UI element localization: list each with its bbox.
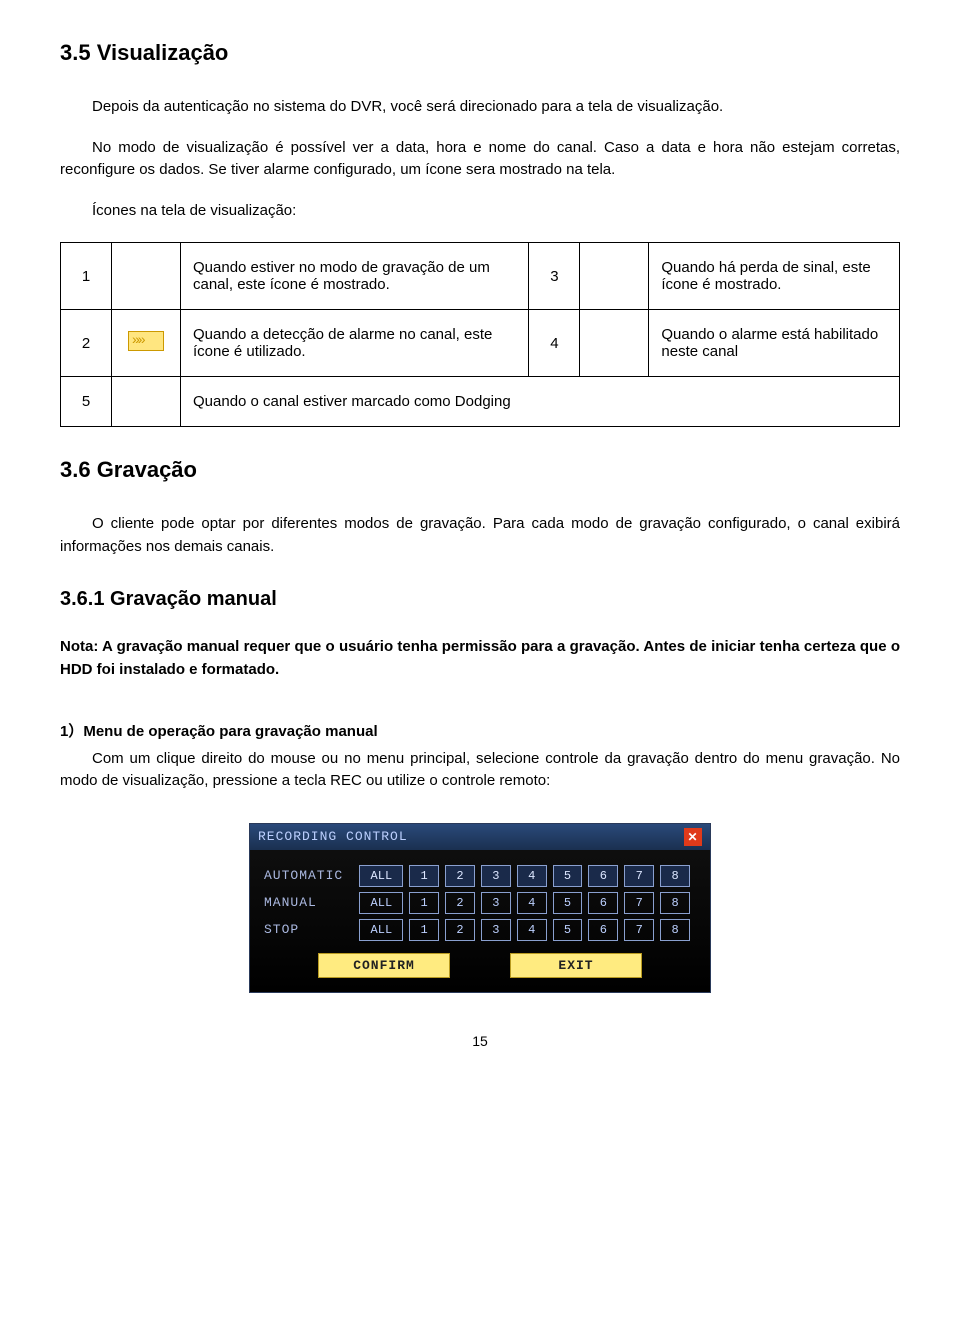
heading-3-6: 3.6 Gravação bbox=[60, 457, 900, 483]
manual-ch-5[interactable]: 5 bbox=[553, 892, 583, 914]
table-cell-icon bbox=[580, 310, 649, 377]
automatic-ch-1[interactable]: 1 bbox=[409, 865, 439, 887]
dialog-titlebar: RECORDING CONTROL ✕ bbox=[250, 824, 710, 850]
recording-control-dialog: RECORDING CONTROL ✕ AUTOMATIC ALL 1 2 3 … bbox=[249, 823, 711, 993]
row-automatic: AUTOMATIC ALL 1 2 3 4 5 6 7 8 bbox=[264, 865, 696, 887]
heading-3-6-1: 3.6.1 Gravação manual bbox=[60, 588, 900, 611]
automatic-ch-3[interactable]: 3 bbox=[481, 865, 511, 887]
table-cell-icon bbox=[112, 310, 181, 377]
label-automatic: AUTOMATIC bbox=[264, 868, 359, 883]
table-cell-icon bbox=[580, 243, 649, 310]
stop-ch-5[interactable]: 5 bbox=[553, 919, 583, 941]
page-number: 15 bbox=[60, 1033, 900, 1049]
automatic-ch-7[interactable]: 7 bbox=[624, 865, 654, 887]
manual-ch-1[interactable]: 1 bbox=[409, 892, 439, 914]
table-cell-number: 4 bbox=[529, 310, 580, 377]
table-cell-desc: Quando o canal estiver marcado como Dodg… bbox=[181, 377, 900, 427]
paragraph: Depois da autenticação no sistema do DVR… bbox=[60, 96, 900, 119]
close-icon[interactable]: ✕ bbox=[684, 828, 702, 846]
paragraph: O cliente pode optar por diferentes modo… bbox=[60, 513, 900, 558]
paragraph: Com um clique direito do mouse ou no men… bbox=[60, 748, 900, 793]
table-cell-icon bbox=[112, 377, 181, 427]
confirm-button[interactable]: CONFIRM bbox=[318, 953, 450, 978]
stop-ch-8[interactable]: 8 bbox=[660, 919, 690, 941]
stop-ch-2[interactable]: 2 bbox=[445, 919, 475, 941]
table-cell-desc: Quando a detecção de alarme no canal, es… bbox=[181, 310, 529, 377]
table-cell-number: 2 bbox=[61, 310, 112, 377]
automatic-ch-2[interactable]: 2 bbox=[445, 865, 475, 887]
table-cell-number: 5 bbox=[61, 377, 112, 427]
table-cell-desc: Quando estiver no modo de gravação de um… bbox=[181, 243, 529, 310]
automatic-ch-6[interactable]: 6 bbox=[588, 865, 618, 887]
label-stop: STOP bbox=[264, 922, 359, 937]
manual-ch-4[interactable]: 4 bbox=[517, 892, 547, 914]
label-manual: MANUAL bbox=[264, 895, 359, 910]
table-cell-desc: Quando o alarme está habilitado neste ca… bbox=[649, 310, 900, 377]
exit-button[interactable]: EXIT bbox=[510, 953, 642, 978]
stop-ch-7[interactable]: 7 bbox=[624, 919, 654, 941]
stop-ch-3[interactable]: 3 bbox=[481, 919, 511, 941]
heading-3-5: 3.5 Visualização bbox=[60, 40, 900, 66]
manual-ch-8[interactable]: 8 bbox=[660, 892, 690, 914]
icons-table: 1 Quando estiver no modo de gravação de … bbox=[60, 242, 900, 427]
row-stop: STOP ALL 1 2 3 4 5 6 7 8 bbox=[264, 919, 696, 941]
dialog-title: RECORDING CONTROL bbox=[258, 829, 408, 844]
paragraph: No modo de visualização é possível ver a… bbox=[60, 137, 900, 182]
automatic-ch-8[interactable]: 8 bbox=[660, 865, 690, 887]
automatic-ch-5[interactable]: 5 bbox=[553, 865, 583, 887]
paragraph: Ícones na tela de visualização: bbox=[60, 200, 900, 223]
step-title: 1）Menu de operação para gravação manual bbox=[60, 721, 900, 744]
manual-all-button[interactable]: ALL bbox=[359, 892, 403, 914]
automatic-all-button[interactable]: ALL bbox=[359, 865, 403, 887]
stop-all-button[interactable]: ALL bbox=[359, 919, 403, 941]
table-cell-desc: Quando há perda de sinal, este ícone é m… bbox=[649, 243, 900, 310]
table-cell-number: 1 bbox=[61, 243, 112, 310]
stop-ch-1[interactable]: 1 bbox=[409, 919, 439, 941]
manual-ch-3[interactable]: 3 bbox=[481, 892, 511, 914]
note-text: Nota: A gravação manual requer que o usu… bbox=[60, 636, 900, 681]
row-manual: MANUAL ALL 1 2 3 4 5 6 7 8 bbox=[264, 892, 696, 914]
manual-ch-6[interactable]: 6 bbox=[588, 892, 618, 914]
manual-ch-7[interactable]: 7 bbox=[624, 892, 654, 914]
manual-ch-2[interactable]: 2 bbox=[445, 892, 475, 914]
alarm-icon bbox=[128, 331, 164, 351]
table-cell-icon bbox=[112, 243, 181, 310]
stop-ch-4[interactable]: 4 bbox=[517, 919, 547, 941]
table-cell-number: 3 bbox=[529, 243, 580, 310]
stop-ch-6[interactable]: 6 bbox=[588, 919, 618, 941]
automatic-ch-4[interactable]: 4 bbox=[517, 865, 547, 887]
